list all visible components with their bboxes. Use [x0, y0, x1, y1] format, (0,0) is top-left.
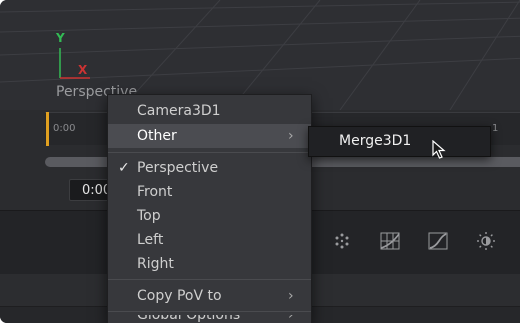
menu-item-label: Right: [137, 256, 174, 272]
chevron-right-icon: ›: [288, 315, 294, 323]
screenshot-border: [520, 0, 528, 323]
menu-item-label: Other: [137, 128, 177, 144]
ruler-tick-label: 0:00: [53, 123, 76, 134]
submenu-item-merge3d1[interactable]: Merge3D1: [309, 127, 490, 156]
mouse-pointer-icon: [432, 139, 448, 164]
menu-item-top[interactable]: Top: [108, 204, 311, 228]
playhead[interactable]: [46, 112, 49, 146]
menu-item-label: Merge3D1: [339, 133, 412, 149]
menu-item-label: Left: [137, 232, 164, 248]
menu-item-label: Copy PoV to: [137, 288, 222, 304]
particles-icon[interactable]: [329, 228, 355, 254]
curve-icon[interactable]: [425, 228, 451, 254]
chevron-right-icon: ›: [288, 128, 294, 144]
menu-item-label: Camera3D1: [137, 103, 221, 119]
chevron-right-icon: ›: [288, 288, 294, 304]
menu-item-label: Top: [137, 208, 161, 224]
menu-item-left[interactable]: Left: [108, 228, 311, 252]
menu-item-label: Perspective: [137, 160, 219, 176]
menu-item-label: Front: [137, 184, 173, 200]
ruler-tick-label: 1: [492, 123, 499, 134]
checkmark-icon: ✓: [118, 160, 130, 176]
other-submenu: Merge3D1: [308, 126, 491, 157]
menu-item-right[interactable]: Right: [108, 252, 311, 276]
grid-curve-icon[interactable]: [377, 228, 403, 254]
menu-separator: [108, 152, 311, 153]
brightness-icon[interactable]: [473, 228, 499, 254]
menu-item-camera3d1[interactable]: Camera3D1: [108, 99, 311, 123]
menu-item-front[interactable]: Front: [108, 180, 311, 204]
menu-separator: [108, 279, 311, 280]
menu-item-copy-pov-to[interactable]: Copy PoV to ›: [108, 284, 311, 308]
menu-item-global-options[interactable]: Global Options ›: [108, 315, 311, 323]
x-axis-label: X: [78, 63, 88, 77]
menu-item-label: Global Options: [137, 315, 241, 323]
menu-item-perspective[interactable]: ✓ Perspective: [108, 156, 311, 180]
viewer-context-menu: Camera3D1 Other › ✓ Perspective Front To…: [107, 94, 312, 323]
fusion-viewer-window: Y X Perspective 0:00 1 0:00 Camera3D1 Ot…: [0, 0, 528, 323]
y-axis-label: Y: [56, 31, 65, 45]
menu-separator: [108, 311, 311, 312]
menu-item-other[interactable]: Other ›: [108, 124, 311, 148]
